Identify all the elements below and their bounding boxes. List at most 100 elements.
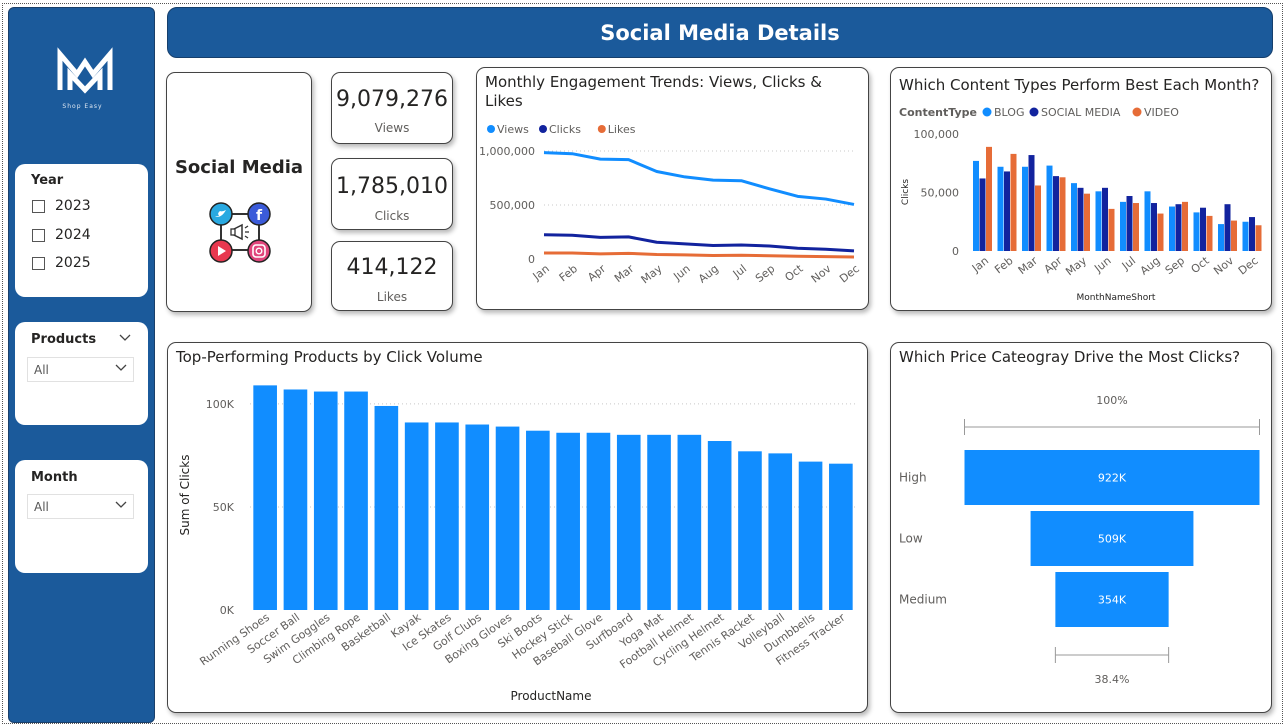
kpi-likes-value: 414,122	[346, 255, 438, 280]
product-bar	[374, 405, 399, 610]
funnel-category-label: Low	[899, 532, 923, 546]
products-chart-card: Top-Performing Products by Click Volume …	[167, 342, 868, 713]
year-slicer: Year 2023 2024 2025	[15, 164, 148, 297]
checkbox[interactable]	[32, 228, 45, 242]
social-media-icon: f	[209, 202, 271, 263]
trend-chart-svg: Views Clicks Likes0500,0001,000,000Jan Feb A…	[479, 123, 862, 287]
bar-social-media	[1004, 171, 1010, 251]
y-tick-label: 0	[952, 245, 959, 258]
year-option-2024[interactable]: 2024	[32, 227, 91, 243]
legend-label-likes: Likes	[608, 123, 636, 136]
legend-label: BLOG	[994, 106, 1024, 119]
series-line-clicks	[543, 233, 855, 253]
product-bar	[586, 432, 611, 610]
bar-blog	[1193, 212, 1200, 251]
funnel-category-label: Medium	[899, 593, 947, 607]
x-tick-label: Feb	[992, 254, 1015, 276]
y-tick-label: 100,000	[914, 128, 960, 141]
year-option-label: 2023	[55, 198, 91, 214]
bar-blog	[1120, 201, 1126, 251]
bar-social-media	[1200, 207, 1206, 251]
legend-marker-clicks	[539, 125, 547, 133]
bar-blog	[1095, 191, 1102, 251]
x-tick-label: Jan	[969, 254, 991, 275]
social-media-title: Social Media	[174, 157, 304, 178]
x-tick-label: Dec	[837, 262, 862, 285]
x-tick-label: Jul	[1119, 254, 1138, 273]
product-bar	[647, 434, 671, 610]
funnel-value-label: 509K	[1098, 533, 1127, 546]
x-tick-label: May	[639, 262, 665, 287]
products-dropdown[interactable]: All	[27, 357, 134, 382]
bar-video	[1010, 153, 1017, 251]
bar-video	[1206, 215, 1213, 251]
kpi-likes-card: 414,122 Likes	[331, 241, 453, 311]
content-chart-svg: ContentType BLOG SOCIAL MEDIA VIDEO 0 50,000 1…	[899, 106, 1262, 303]
bar-blog	[1144, 191, 1151, 251]
year-slicer-title: Year	[31, 173, 64, 188]
bar-blog	[1218, 224, 1224, 251]
y-axis-label: Clicks	[901, 179, 911, 205]
legend-marker	[1132, 107, 1142, 117]
legend-marker-views	[487, 125, 495, 133]
legend-marker	[982, 107, 992, 117]
x-tick-label: Aug	[1138, 254, 1163, 277]
product-bar	[738, 451, 762, 610]
month-slicer: Month All	[15, 460, 148, 573]
bar-video	[1157, 213, 1164, 251]
product-bar	[798, 461, 823, 610]
bar-blog	[997, 166, 1004, 251]
x-tick-label: Jun	[670, 262, 692, 283]
checkbox[interactable]	[32, 199, 45, 213]
bar-video	[1108, 208, 1115, 251]
product-bar	[677, 434, 702, 610]
logo-subtitle: Shop Easy	[62, 103, 103, 110]
year-option-label: 2024	[55, 227, 91, 243]
bar-blog	[1242, 221, 1249, 251]
y-tick-label: 1,000,000	[479, 145, 535, 158]
kpi-likes-label: Likes	[376, 290, 408, 304]
kpi-clicks-label: Clicks	[374, 209, 410, 223]
x-tick-label: Apr	[585, 262, 608, 284]
checkbox[interactable]	[32, 256, 45, 270]
content-chart-card: Which Content Types Perform Best Each Mo…	[890, 67, 1272, 311]
bar-blog	[1022, 166, 1028, 251]
x-tick-label: Mar	[612, 262, 637, 285]
x-tick-label: Sep	[1163, 254, 1187, 277]
kpi-views-label: Views	[374, 121, 410, 135]
kpi-clicks-card: 1,785,010 Clicks	[331, 158, 453, 230]
x-tick-label: Jul	[730, 262, 749, 281]
product-bar	[344, 391, 368, 610]
bar-social-media	[1175, 204, 1182, 251]
product-bar	[616, 434, 641, 610]
y-tick-label: 50K	[213, 501, 235, 514]
year-option-2025[interactable]: 2025	[32, 255, 91, 271]
x-tick-label: Sep	[753, 262, 777, 285]
month-dropdown[interactable]: All	[27, 494, 134, 519]
chevron-down-icon	[115, 364, 127, 371]
legend-marker	[1029, 107, 1039, 117]
price-chart-card: Which Price Cateogray Drive the Most Cli…	[890, 342, 1272, 713]
x-tick-label: Mar	[1016, 254, 1041, 277]
y-tick-label: 500,000	[490, 199, 536, 212]
year-option-2023[interactable]: 2023	[32, 198, 91, 214]
bar-social-media	[1224, 204, 1231, 251]
products-chart-svg: 0K50K100KSum of ClicksProductNameRunning…	[178, 385, 856, 703]
x-tick-label: Oct	[1189, 254, 1213, 276]
kpi-clicks-value: 1,785,010	[336, 174, 448, 199]
bar-social-media	[1126, 196, 1133, 251]
product-bar	[283, 389, 308, 610]
legend-label-views: Views	[497, 123, 529, 136]
chevron-down-icon[interactable]	[119, 334, 131, 342]
product-bar	[435, 422, 459, 610]
sidebar: Shop Easy Year 2023 2024 2025 Products A…	[8, 7, 155, 723]
x-tick-label: May	[1063, 254, 1089, 279]
y-axis-label: Sum of Clicks	[178, 455, 192, 536]
y-tick-label: 50,000	[921, 187, 960, 200]
month-slicer-title: Month	[31, 470, 78, 485]
funnel-value-label: 922K	[1098, 472, 1127, 485]
kpi-views-value: 9,079,276	[336, 87, 448, 112]
page-title: Social Media Details	[167, 7, 1273, 58]
bar-social-media	[1249, 217, 1255, 251]
x-tick-label: Aug	[696, 262, 721, 285]
